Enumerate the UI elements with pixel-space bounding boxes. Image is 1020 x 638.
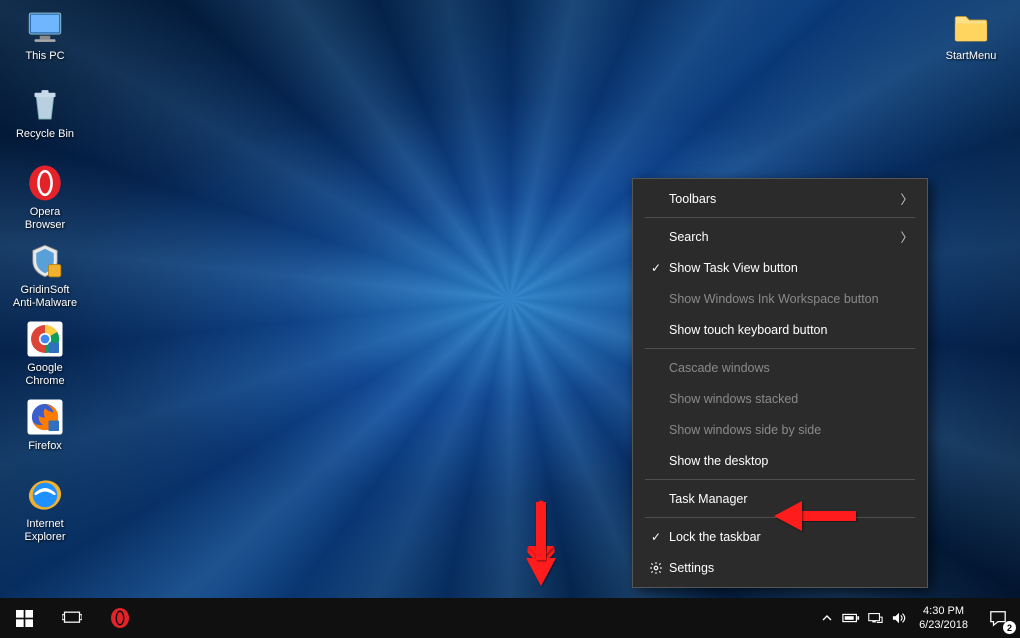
tray-network-icon[interactable] xyxy=(863,598,887,638)
desktop-icon-label: Firefox xyxy=(28,440,62,453)
menu-item-toolbars[interactable]: Toolbars 〉 xyxy=(633,183,927,214)
desktop-icon-ie[interactable]: Internet Explorer xyxy=(8,472,82,550)
chrome-icon xyxy=(24,318,66,360)
check-icon: ✓ xyxy=(643,530,669,544)
tray-volume-icon[interactable] xyxy=(887,598,911,638)
desktop-icon-label: Google Chrome xyxy=(9,362,81,387)
opera-taskbar-button[interactable] xyxy=(96,598,144,638)
desktop-icon-startmenu[interactable]: StartMenu xyxy=(934,4,1008,82)
annotation-arrow-left xyxy=(770,499,860,538)
menu-item-settings[interactable]: Settings xyxy=(633,552,927,583)
desktop-icon-gridinsoft[interactable]: GridinSoft Anti-Malware xyxy=(8,238,82,316)
clock-date: 6/23/2018 xyxy=(919,618,968,632)
chevron-right-icon: 〉 xyxy=(900,189,913,208)
menu-item-show-ink: Show Windows Ink Workspace button xyxy=(633,283,927,314)
firefox-icon xyxy=(24,396,66,438)
menu-item-label: Settings xyxy=(669,561,714,575)
clock-time: 4:30 PM xyxy=(919,604,968,618)
system-tray: 4:30 PM 6/23/2018 2 xyxy=(815,598,1020,638)
gear-icon xyxy=(643,561,669,575)
menu-item-stacked: Show windows stacked xyxy=(633,383,927,414)
desktop-icon-label: Internet Explorer xyxy=(9,518,81,543)
menu-separator xyxy=(645,217,915,218)
notification-badge: 2 xyxy=(1003,621,1016,634)
menu-separator xyxy=(645,348,915,349)
menu-item-show-desktop[interactable]: Show the desktop xyxy=(633,445,927,476)
folder-icon xyxy=(950,6,992,48)
menu-item-label: Show windows side by side xyxy=(669,423,821,437)
desktop-icon-recycle-bin[interactable]: Recycle Bin xyxy=(8,82,82,160)
menu-item-label: Show Windows Ink Workspace button xyxy=(669,292,879,306)
menu-item-label: Show the desktop xyxy=(669,454,768,468)
shield-icon xyxy=(24,240,66,282)
opera-icon xyxy=(24,162,66,204)
menu-item-label: Show Task View button xyxy=(669,261,798,275)
windows-icon xyxy=(16,610,33,627)
desktop[interactable]: This PC Recycle Bin Opera Browser Gridin… xyxy=(0,0,1020,598)
start-button[interactable] xyxy=(0,598,48,638)
desktop-icon-label: Recycle Bin xyxy=(16,128,74,141)
menu-item-show-task-view[interactable]: ✓ Show Task View button xyxy=(633,252,927,283)
desktop-icons-grid: This PC Recycle Bin Opera Browser Gridin… xyxy=(8,4,82,594)
menu-item-label: Task Manager xyxy=(669,492,748,506)
chevron-right-icon: 〉 xyxy=(900,227,913,246)
taskbar-clock[interactable]: 4:30 PM 6/23/2018 xyxy=(911,604,976,633)
desktop-icon-label: This PC xyxy=(25,50,64,63)
ie-icon xyxy=(24,474,66,516)
pc-icon xyxy=(24,6,66,48)
tray-chevron-up[interactable] xyxy=(815,598,839,638)
desktop-icon-this-pc[interactable]: This PC xyxy=(8,4,82,82)
check-icon: ✓ xyxy=(643,261,669,275)
desktop-icon-label: StartMenu xyxy=(946,50,997,63)
desktop-icon-chrome[interactable]: Google Chrome xyxy=(8,316,82,394)
taskbar[interactable]: 4:30 PM 6/23/2018 2 xyxy=(0,598,1020,638)
menu-item-label: Cascade windows xyxy=(669,361,770,375)
desktop-icon-label: GridinSoft Anti-Malware xyxy=(9,284,81,309)
menu-separator xyxy=(645,479,915,480)
tray-battery-icon[interactable] xyxy=(839,598,863,638)
menu-item-label: Show touch keyboard button xyxy=(669,323,827,337)
recycle-bin-icon xyxy=(24,84,66,126)
menu-item-cascade: Cascade windows xyxy=(633,352,927,383)
task-view-icon xyxy=(62,610,82,626)
menu-item-show-touch-kb[interactable]: Show touch keyboard button xyxy=(633,314,927,345)
annotation-arrow-down xyxy=(524,500,558,595)
menu-item-label: Search xyxy=(669,230,709,244)
desktop-icon-opera[interactable]: Opera Browser xyxy=(8,160,82,238)
task-view-button[interactable] xyxy=(48,598,96,638)
menu-item-label: Show windows stacked xyxy=(669,392,798,406)
menu-item-label: Lock the taskbar xyxy=(669,530,761,544)
menu-item-search[interactable]: Search 〉 xyxy=(633,221,927,252)
opera-icon xyxy=(108,606,132,630)
menu-item-side-by-side: Show windows side by side xyxy=(633,414,927,445)
desktop-icon-firefox[interactable]: Firefox xyxy=(8,394,82,472)
menu-item-label: Toolbars xyxy=(669,192,716,206)
desktop-icon-label: Opera Browser xyxy=(9,206,81,231)
action-center-button[interactable]: 2 xyxy=(976,598,1020,638)
